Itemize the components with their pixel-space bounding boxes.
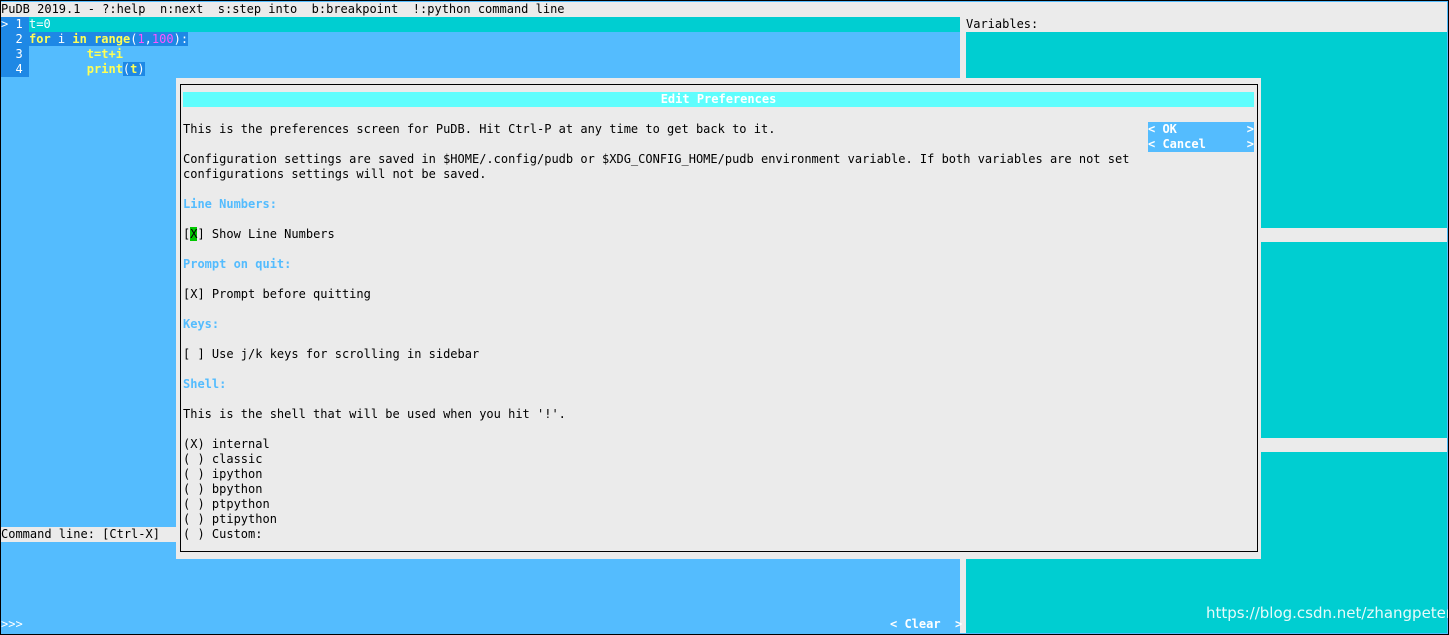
source-line-3[interactable]: 3 t=t+i: [1, 47, 123, 62]
cancel-button-bracket: >: [1246, 137, 1254, 151]
paren: ): [137, 62, 145, 76]
jk-keys-checkbox[interactable]: [ ] Use j/k keys for scrolling in sideba…: [183, 347, 479, 362]
cancel-button-label: < Cancel: [1148, 137, 1206, 151]
section-shell: Shell:: [183, 377, 227, 391]
dialog-title: Edit Preferences: [183, 92, 1254, 107]
paren: ):: [173, 32, 189, 46]
title-bar: PuDB 2019.1 - ?:help n:next s:step into …: [1, 2, 1447, 17]
keyword: in: [72, 32, 87, 46]
code-text: t=0: [29, 17, 51, 31]
shell-option-ptpython[interactable]: ( ) ptpython: [183, 497, 270, 512]
intro-text: This is the preferences screen for PuDB.…: [183, 122, 776, 136]
shell-option-classic[interactable]: ( ) classic: [183, 452, 262, 467]
shell-option-bpython[interactable]: ( ) bpython: [183, 482, 262, 497]
show-line-numbers-checkbox[interactable]: [X] Show Line Numbers: [183, 227, 335, 242]
line-number: 4: [15, 62, 23, 76]
current-line-marker: >: [1, 17, 9, 31]
builtin-name: range: [94, 32, 131, 46]
ok-button-label: < OK: [1148, 122, 1177, 136]
keyword: for: [29, 32, 51, 46]
line-number: 3: [15, 47, 23, 61]
line-number: 1: [15, 17, 23, 31]
command-prompt[interactable]: >>>: [1, 617, 23, 632]
prompt-before-quitting-checkbox[interactable]: [X] Prompt before quitting: [183, 287, 371, 302]
config-text-line-2: configurations settings will not be save…: [183, 167, 487, 181]
clear-button[interactable]: < Clear >: [890, 617, 962, 632]
shell-option-ipython[interactable]: ( ) ipython: [183, 467, 262, 482]
shell-description: This is the shell that will be used when…: [183, 407, 566, 421]
source-line-4[interactable]: 4 print(t): [1, 62, 145, 77]
builtin-name: print: [86, 62, 123, 76]
checkbox-bracket: ]: [197, 227, 205, 241]
number-literal: 100: [151, 32, 174, 46]
ok-button[interactable]: < OK >: [1148, 122, 1254, 137]
shell-option-internal[interactable]: (X) internal: [183, 437, 270, 452]
code-text: t=t+i: [29, 47, 123, 61]
number-literal: 1: [137, 32, 145, 46]
watermark: https://blog.csdn.net/zhangpeterx: [1206, 604, 1449, 622]
variables-header: Variables:: [966, 17, 1447, 32]
comma: ,: [144, 32, 152, 46]
section-keys: Keys:: [183, 317, 220, 331]
checkbox-label: Show Line Numbers: [204, 227, 335, 241]
section-line-numbers: Line Numbers:: [183, 197, 277, 211]
source-line-2[interactable]: 2 for i in range(1,100):: [1, 32, 189, 47]
section-prompt-on-quit: Prompt on quit:: [183, 257, 292, 271]
source-line-1[interactable]: > 1 t=0: [1, 17, 960, 32]
config-text-line-1: Configuration settings are saved in $HOM…: [183, 152, 1130, 166]
shell-option-custom[interactable]: ( ) Custom:: [183, 527, 262, 542]
ok-button-bracket: >: [1246, 122, 1254, 136]
loop-variable: i: [57, 32, 66, 46]
line-number: 2: [15, 32, 23, 46]
cancel-button[interactable]: < Cancel >: [1148, 137, 1254, 152]
shell-option-ptipython[interactable]: ( ) ptipython: [183, 512, 277, 527]
